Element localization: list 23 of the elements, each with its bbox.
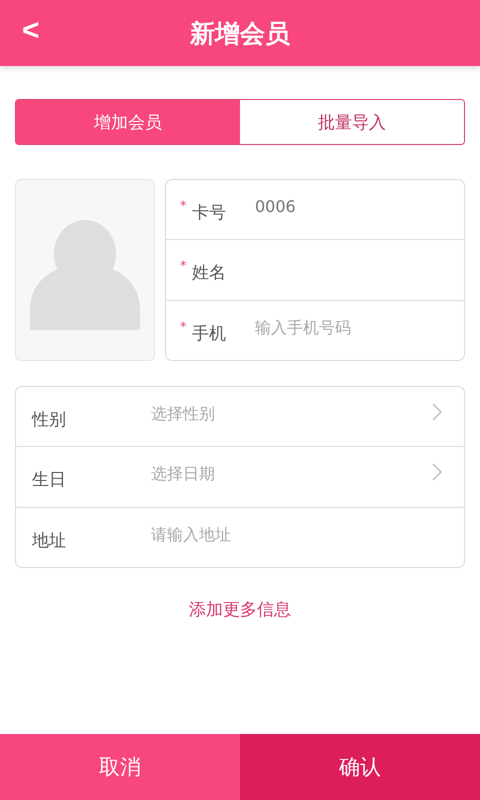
chevron-right-icon bbox=[432, 462, 442, 481]
required-mark: * bbox=[180, 320, 188, 335]
back-button[interactable]: < bbox=[14, 10, 48, 52]
field-label: 地址 bbox=[32, 530, 67, 552]
input-field[interactable]: 0006 bbox=[255, 197, 464, 216]
tab[interactable]: 增加会员 bbox=[16, 100, 240, 144]
field-label: 性别 bbox=[32, 409, 67, 432]
required-mark: * bbox=[180, 199, 188, 214]
input-field[interactable]: 选择性别 bbox=[151, 404, 432, 424]
add-more-info-link[interactable]: 添加更多信息 bbox=[189, 598, 291, 621]
cancel-button[interactable]: 取消 bbox=[0, 734, 240, 800]
page-title: 新增会员 bbox=[190, 18, 290, 50]
confirm-button[interactable]: 确认 bbox=[240, 734, 480, 800]
input-field[interactable]: 输入手机号码 bbox=[255, 318, 464, 337]
input-field[interactable]: 选择日期 bbox=[151, 464, 432, 484]
field-label: 姓名 bbox=[192, 262, 227, 284]
field-label: 卡号 bbox=[192, 202, 227, 224]
field-label: 手机 bbox=[192, 322, 227, 345]
input-field[interactable]: 请输入地址 bbox=[151, 524, 442, 544]
field-label: 生日 bbox=[32, 469, 67, 492]
avatar-placeholder[interactable] bbox=[15, 179, 155, 361]
chevron-right-icon bbox=[432, 402, 442, 421]
required-mark: * bbox=[180, 259, 188, 274]
